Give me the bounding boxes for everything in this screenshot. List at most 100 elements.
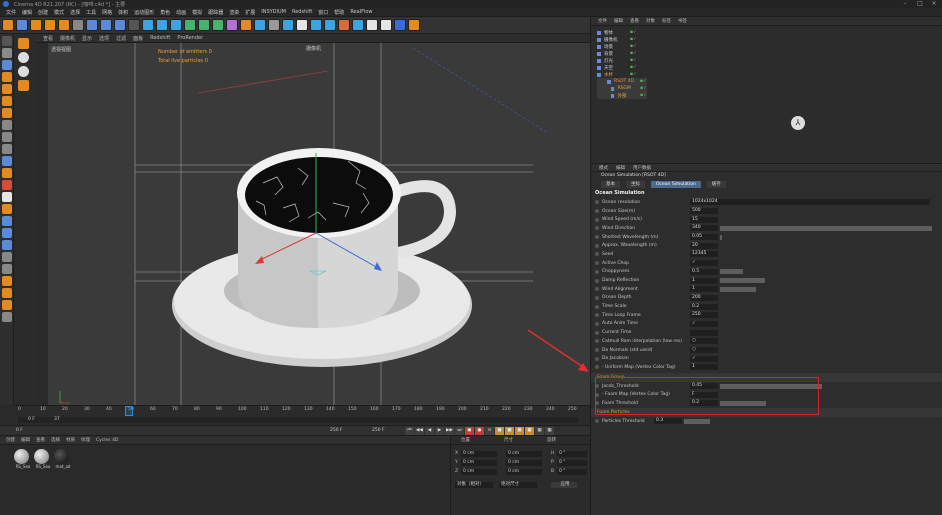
param-slider[interactable] bbox=[720, 234, 722, 240]
toolbar-tool-icon[interactable] bbox=[128, 19, 140, 31]
menu-item[interactable]: 运动图形 bbox=[134, 9, 154, 16]
maximize-button[interactable]: □ bbox=[913, 0, 927, 8]
toolbar-tool-icon[interactable] bbox=[212, 19, 224, 31]
param-input[interactable]: 20 bbox=[690, 242, 718, 249]
toolbar-tool-icon[interactable] bbox=[226, 19, 238, 31]
param-input[interactable]: 0.05 bbox=[690, 234, 718, 241]
material-menu-item[interactable]: 选择 bbox=[51, 437, 60, 443]
material-swatch[interactable]: RS_Sea bbox=[14, 449, 32, 469]
anim-dot-icon[interactable] bbox=[595, 200, 599, 205]
mode-tool-icon[interactable] bbox=[2, 276, 12, 286]
toolbar-tool-icon[interactable] bbox=[296, 19, 308, 31]
outliner-item[interactable]: 背景 ▪✓ bbox=[597, 50, 942, 57]
anim-dot-icon[interactable] bbox=[595, 419, 599, 424]
close-button[interactable]: × bbox=[927, 0, 941, 8]
anim-dot-icon[interactable] bbox=[595, 321, 599, 326]
mode-tool-icon[interactable] bbox=[2, 156, 12, 166]
mode-tool-icon[interactable] bbox=[2, 264, 12, 274]
mode-tool-icon[interactable] bbox=[2, 132, 12, 142]
anim-dot-icon[interactable] bbox=[595, 209, 599, 214]
outliner-item[interactable]: RSOT 4D ▪✓ bbox=[597, 78, 647, 85]
particles-threshold-slider[interactable] bbox=[684, 418, 710, 424]
attr-menu-item[interactable]: 模式 bbox=[599, 165, 608, 171]
viewport-menu-item[interactable]: 摄像机 bbox=[60, 35, 75, 42]
param-input[interactable]: ○ bbox=[690, 338, 718, 345]
toolbar-tool-icon[interactable] bbox=[100, 19, 112, 31]
size-input[interactable]: 0 cm bbox=[506, 459, 542, 466]
menu-item[interactable]: 文件 bbox=[6, 9, 16, 16]
toolbar-tool-icon[interactable] bbox=[170, 19, 182, 31]
minimize-button[interactable]: – bbox=[898, 0, 912, 8]
scale-tool-icon[interactable] bbox=[18, 66, 29, 77]
param-input[interactable]: 500 bbox=[690, 208, 718, 215]
outliner-item[interactable]: 物体 ▪✓ bbox=[597, 29, 942, 36]
mode-tool-icon[interactable] bbox=[2, 36, 12, 46]
anim-dot-icon[interactable] bbox=[595, 278, 599, 283]
playhead[interactable] bbox=[125, 406, 133, 416]
viewport-3d[interactable]: 透视视图 摄像机 Number of emitters 0 Total live… bbox=[48, 43, 590, 414]
anim-dot-icon[interactable] bbox=[595, 348, 599, 353]
menu-item[interactable]: 创建 bbox=[38, 9, 48, 16]
menu-item[interactable]: 角色 bbox=[160, 9, 170, 16]
attr-menu-item[interactable]: 用户数据 bbox=[633, 165, 651, 171]
viewport-menu-item[interactable]: 过滤 bbox=[116, 35, 126, 42]
visibility-check-icon[interactable]: ▪✓ bbox=[630, 37, 637, 42]
position-input[interactable]: 0 cm bbox=[461, 450, 497, 457]
mode-tool-icon[interactable] bbox=[2, 72, 12, 82]
anim-dot-icon[interactable] bbox=[595, 217, 599, 222]
playback-button[interactable]: ⏭ bbox=[455, 427, 464, 435]
param-input[interactable]: ✓ bbox=[690, 260, 718, 267]
visibility-check-icon[interactable]: ▪✓ bbox=[640, 79, 647, 84]
playback-button[interactable]: ● bbox=[465, 427, 474, 435]
toolbar-tool-icon[interactable] bbox=[114, 19, 126, 31]
viewport-menu-item[interactable]: 查看 bbox=[43, 35, 53, 42]
menu-item[interactable]: 模式 bbox=[54, 9, 64, 16]
mode-tool-icon[interactable] bbox=[2, 288, 12, 298]
menu-item[interactable]: 体积 bbox=[118, 9, 128, 16]
render-tool-icon[interactable] bbox=[18, 80, 29, 91]
anim-dot-icon[interactable] bbox=[595, 313, 599, 318]
playback-button[interactable]: ▦ bbox=[535, 427, 544, 435]
param-input[interactable]: ○ bbox=[690, 347, 718, 354]
anim-dot-icon[interactable] bbox=[595, 269, 599, 274]
anim-dot-icon[interactable] bbox=[595, 235, 599, 240]
mode-tool-icon[interactable] bbox=[2, 48, 12, 58]
toolbar-tool-icon[interactable] bbox=[240, 19, 252, 31]
visibility-check-icon[interactable]: ▪✓ bbox=[630, 51, 637, 56]
toolbar-tool-icon[interactable] bbox=[72, 19, 84, 31]
mode-tool-icon[interactable] bbox=[2, 96, 12, 106]
visibility-check-icon[interactable]: ▪✓ bbox=[630, 65, 637, 70]
timeline[interactable]: 0 10 20 30 40 50 60 70 80 90 100 110 120 130 140 150 160… bbox=[14, 405, 590, 425]
visibility-check-icon[interactable]: ▪✓ bbox=[630, 44, 637, 49]
mode-tool-icon[interactable] bbox=[2, 240, 12, 250]
menu-item[interactable]: 渲染 bbox=[229, 9, 239, 16]
menu-item[interactable]: 编辑 bbox=[22, 9, 32, 16]
viewport-menu-item[interactable]: 面板 bbox=[133, 35, 143, 42]
outliner-menu-item[interactable]: 对象 bbox=[646, 18, 655, 24]
mode-tool-icon[interactable] bbox=[2, 108, 12, 118]
menu-item[interactable]: 跟踪器 bbox=[208, 9, 223, 16]
menu-item[interactable]: INSYDIUM bbox=[261, 9, 286, 15]
rotation-input[interactable]: 0 ° bbox=[557, 468, 587, 475]
rotate-tool-icon[interactable] bbox=[18, 52, 29, 63]
param-input[interactable]: 1024x1024 bbox=[690, 199, 930, 206]
material-menu-item[interactable]: 纹理 bbox=[81, 437, 90, 443]
attr-tab[interactable]: 缓存 bbox=[706, 181, 726, 188]
outliner-item[interactable]: 灯光 ▪✓ bbox=[597, 57, 942, 64]
material-menu-item[interactable]: 查看 bbox=[36, 437, 45, 443]
outliner-item[interactable]: RSGM ▪✓ bbox=[597, 85, 647, 92]
current-frame[interactable]: 37 bbox=[54, 417, 60, 422]
param-input[interactable]: 12345 bbox=[690, 251, 718, 258]
anim-dot-icon[interactable] bbox=[595, 243, 599, 248]
anim-dot-icon[interactable] bbox=[595, 339, 599, 344]
playback-button[interactable]: ■ bbox=[505, 427, 514, 435]
anim-dot-icon[interactable] bbox=[595, 252, 599, 257]
apply-button[interactable]: 应用 bbox=[551, 482, 577, 488]
toolbar-tool-icon[interactable] bbox=[394, 19, 406, 31]
viewport-menu-item[interactable]: 选项 bbox=[99, 35, 109, 42]
visibility-check-icon[interactable]: ▪✓ bbox=[630, 72, 637, 77]
anim-dot-icon[interactable] bbox=[595, 226, 599, 231]
start-frame[interactable]: 0 F bbox=[28, 417, 35, 422]
anim-dot-icon[interactable] bbox=[595, 295, 599, 300]
menu-item[interactable]: 选择 bbox=[70, 9, 80, 16]
